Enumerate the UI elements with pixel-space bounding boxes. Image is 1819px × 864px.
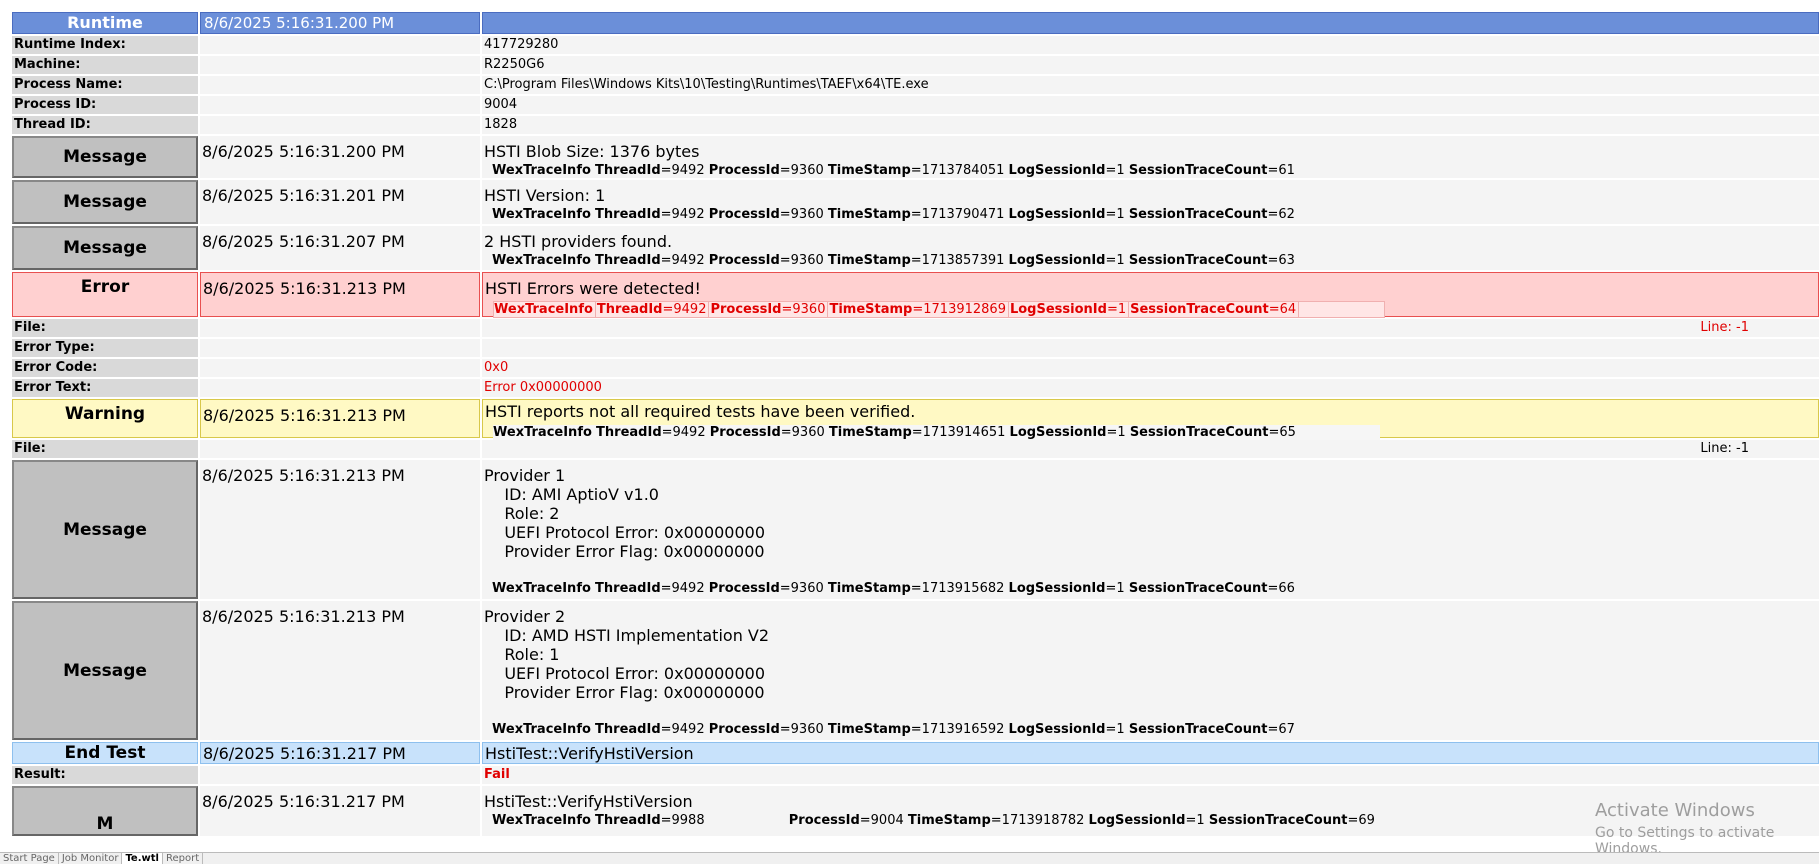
runtime-label: Runtime xyxy=(12,12,198,34)
entry-time: 8/6/2025 5:16:31.207 PM xyxy=(200,226,480,270)
entry-text: HSTI Version: 1 xyxy=(484,186,606,205)
property-label: File: xyxy=(12,440,198,458)
property-row: Thread ID: 1828 xyxy=(12,116,1819,134)
activation-watermark: Activate Windows Go to Settings to activ… xyxy=(1595,800,1819,852)
property-label: Runtime Index: xyxy=(12,36,198,54)
entry-text: HSTI Blob Size: 1376 bytes xyxy=(484,142,700,161)
error-code-row: Error Code: 0x0 xyxy=(12,359,1819,377)
document-tab-bar: Start Page Job Monitor Te.wtl Report xyxy=(0,852,1819,864)
entry-body: HSTI Version: 1 WexTraceInfo ThreadId=94… xyxy=(482,180,1819,224)
log-entry-message[interactable]: Message 8/6/2025 5:16:31.201 PM HSTI Ver… xyxy=(12,180,1819,224)
tab-te-wtl[interactable]: Te.wtl xyxy=(122,853,163,864)
trace-info: WexTraceInfo ThreadId=9492 ProcessId=936… xyxy=(492,722,1295,737)
entry-text: Provider 1 ID: AMI AptioV v1.0 Role: 2 U… xyxy=(484,466,766,561)
watermark-title: Activate Windows xyxy=(1595,800,1755,821)
entry-text: HSTI reports not all required tests have… xyxy=(485,402,916,421)
entry-type-label: Message xyxy=(12,601,198,740)
property-label: Machine: xyxy=(12,56,198,74)
warning-file-row: File: Line: -1 xyxy=(12,440,1819,458)
property-label: Process ID: xyxy=(12,96,198,114)
entry-time: 8/6/2025 5:16:31.201 PM xyxy=(200,180,480,224)
result-row: Result: Fail xyxy=(12,766,1819,784)
entry-body: Provider 1 ID: AMI AptioV v1.0 Role: 2 U… xyxy=(482,460,1819,599)
trace-info: WexTraceInfo ThreadId=9492 ProcessId=936… xyxy=(492,163,1295,178)
property-label: Thread ID: xyxy=(12,116,198,134)
entry-time: 8/6/2025 5:16:31.213 PM xyxy=(200,460,480,599)
trace-info: WexTraceInfo ThreadId=9492 ProcessId=936… xyxy=(492,581,1295,596)
property-value: 1828 xyxy=(482,116,1819,134)
runtime-header-fill xyxy=(482,12,1819,34)
property-row: Process Name: C:\Program Files\Windows K… xyxy=(12,76,1819,94)
error-text-row: Error Text: Error 0x00000000 xyxy=(12,379,1819,397)
entry-type-label: Message xyxy=(12,136,198,178)
log-entry-message[interactable]: Message 8/6/2025 5:16:31.213 PM Provider… xyxy=(12,601,1819,740)
entry-text: HstiTest::VerifyHstiVersion xyxy=(482,742,1819,764)
entry-time: 8/6/2025 5:16:31.213 PM xyxy=(200,399,480,438)
error-type-row: Error Type: xyxy=(12,339,1819,357)
entry-type-label: Warning xyxy=(12,399,198,438)
entry-time: 8/6/2025 5:16:31.213 PM xyxy=(200,601,480,740)
entry-type-label: Message xyxy=(12,460,198,599)
entry-time: 8/6/2025 5:16:31.213 PM xyxy=(200,272,480,317)
property-value: 9004 xyxy=(482,96,1819,114)
property-label: Result: xyxy=(12,766,198,784)
trace-info: WexTraceInfo ThreadId=9492 ProcessId=936… xyxy=(492,253,1295,268)
entry-body: Provider 2 ID: AMD HSTI Implementation V… xyxy=(482,601,1819,740)
log-viewer: Runtime 8/6/2025 5:16:31.200 PM Runtime … xyxy=(0,0,1819,852)
property-row: Process ID: 9004 xyxy=(12,96,1819,114)
line-number: Line: -1 xyxy=(1700,441,1749,456)
property-value: Error 0x00000000 xyxy=(482,379,1819,397)
runtime-header-row: Runtime 8/6/2025 5:16:31.200 PM xyxy=(12,12,1819,34)
result-value: Fail xyxy=(482,766,1819,784)
watermark-subtitle: Go to Settings to activate Windows. xyxy=(1595,825,1775,852)
entry-type-label: Error xyxy=(12,272,198,317)
trace-info: WexTraceInfo ThreadId=9492 ProcessId=936… xyxy=(493,425,1380,440)
log-entry-message[interactable]: Message 8/6/2025 5:16:31.200 PM HSTI Blo… xyxy=(12,136,1819,178)
property-value: R2250G6 xyxy=(482,56,1819,74)
property-value: C:\Program Files\Windows Kits\10\Testing… xyxy=(482,76,1819,94)
log-entry-message[interactable]: Message 8/6/2025 5:16:31.213 PM Provider… xyxy=(12,460,1819,599)
property-label: Error Type: xyxy=(12,339,198,357)
property-value: 0x0 xyxy=(482,359,1819,377)
entry-type-label: Message xyxy=(12,226,198,270)
property-row: Runtime Index: 417729280 xyxy=(12,36,1819,54)
entry-text: HSTI Errors were detected! xyxy=(485,279,701,298)
entry-body: 2 HSTI providers found. WexTraceInfo Thr… xyxy=(482,226,1819,270)
property-label: File: xyxy=(12,319,198,337)
log-entry-warning[interactable]: Warning 8/6/2025 5:16:31.213 PM HSTI rep… xyxy=(12,399,1819,440)
property-value xyxy=(482,339,1819,357)
tab-job-monitor[interactable]: Job Monitor xyxy=(59,853,123,864)
tab-start-page[interactable]: Start Page xyxy=(0,853,59,864)
log-entry-message[interactable]: M 8/6/2025 5:16:31.217 PM HstiTest::Veri… xyxy=(12,786,1819,836)
property-label: Process Name: xyxy=(12,76,198,94)
log-entry-end-test[interactable]: End Test 8/6/2025 5:16:31.217 PM HstiTes… xyxy=(12,742,1819,764)
entry-text: Provider 2 ID: AMD HSTI Implementation V… xyxy=(484,607,770,702)
property-label: Error Text: xyxy=(12,379,198,397)
line-number: Line: -1 xyxy=(1700,320,1749,335)
entry-time: 8/6/2025 5:16:31.200 PM xyxy=(200,136,480,178)
property-label: Error Code: xyxy=(12,359,198,377)
entry-text: 2 HSTI providers found. xyxy=(484,232,673,251)
log-entry-error[interactable]: Error 8/6/2025 5:16:31.213 PM HSTI Error… xyxy=(12,272,1819,318)
property-value: 417729280 xyxy=(482,36,1819,54)
trace-info: WexTraceInfo ThreadId=9492 ProcessId=9360 T… xyxy=(493,301,1386,318)
property-row: Machine: R2250G6 xyxy=(12,56,1819,74)
trace-info: WexTraceInfo ThreadId=9492 ProcessId=936… xyxy=(492,207,1295,222)
entry-time: 8/6/2025 5:16:31.217 PM xyxy=(200,742,480,764)
error-file-row: File: Line: -1 xyxy=(12,319,1819,337)
entry-body: HSTI Blob Size: 1376 bytes WexTraceInfo … xyxy=(482,136,1819,178)
tab-report[interactable]: Report xyxy=(163,853,204,864)
entry-type-label: M xyxy=(12,786,198,836)
log-table: Runtime 8/6/2025 5:16:31.200 PM Runtime … xyxy=(12,12,1819,838)
entry-body: HSTI reports not all required tests have… xyxy=(482,399,1819,440)
runtime-timestamp: 8/6/2025 5:16:31.200 PM xyxy=(200,12,480,34)
entry-body: HSTI Errors were detected! WexTraceInfo T… xyxy=(482,272,1819,318)
entry-type-label: End Test xyxy=(12,742,198,764)
log-entry-message[interactable]: Message 8/6/2025 5:16:31.207 PM 2 HSTI p… xyxy=(12,226,1819,270)
entry-type-label: Message xyxy=(12,180,198,224)
entry-time: 8/6/2025 5:16:31.217 PM xyxy=(200,786,480,836)
